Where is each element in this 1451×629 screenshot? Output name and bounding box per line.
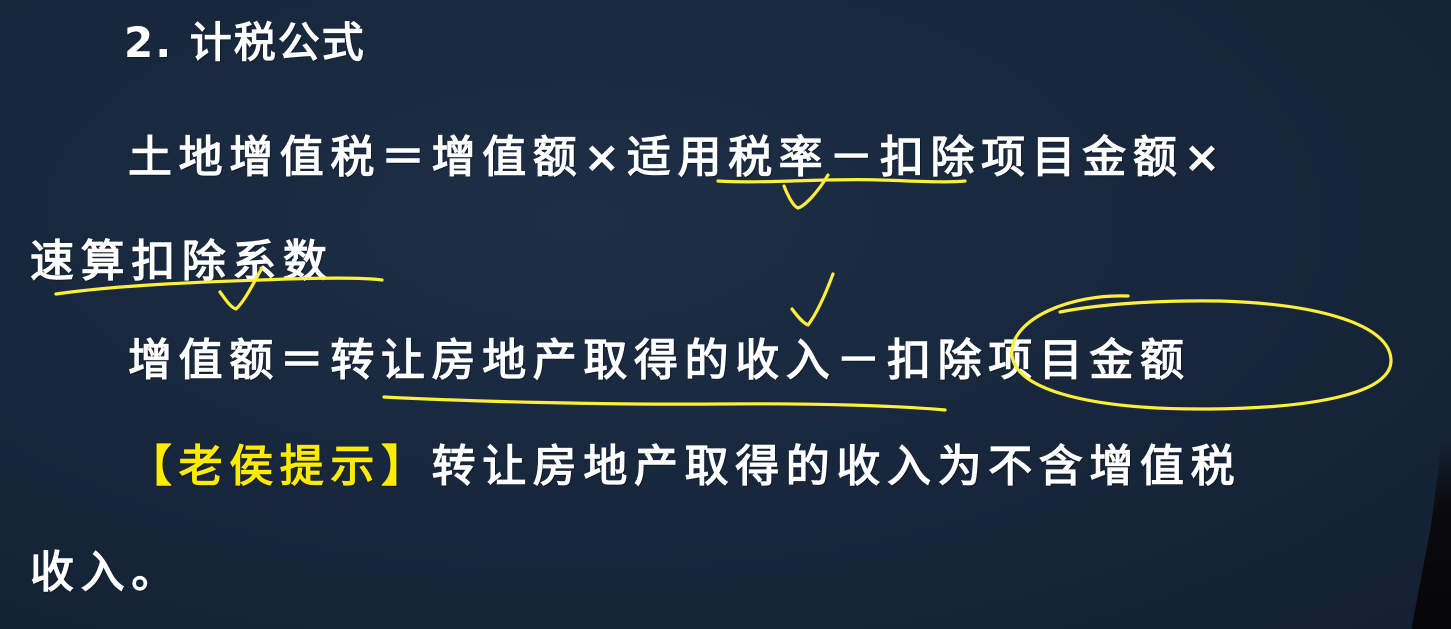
check-mark-revenue [790,272,835,327]
section-heading: 2. 计税公式 [124,18,366,67]
presenter-silhouette [1411,439,1451,629]
tip-label: 【老侯提示】 [128,441,432,492]
slide-canvas: 2. 计税公式 土地增值税＝增值额×适用税率－扣除项目金额× 速算扣除系数 增值… [0,0,1451,629]
tax-formula-line-2: 速算扣除系数 [30,236,334,287]
underline-transfer-revenue [382,395,947,412]
tip-line-2: 收入。 [30,547,182,598]
tip-text-part-1: 转让房地产取得的收入为不含增值税 [431,441,1242,492]
tip-line-1: 【老侯提示】转让房地产取得的收入为不含增值税 [128,445,1241,489]
value-added-formula: 增值额＝转让房地产取得的收入－扣除项目金额 [128,335,1191,386]
handwritten-annotations [54,173,1393,412]
tax-formula-line-1: 土地增值税＝增值额×适用税率－扣除项目金额× [128,132,1227,183]
